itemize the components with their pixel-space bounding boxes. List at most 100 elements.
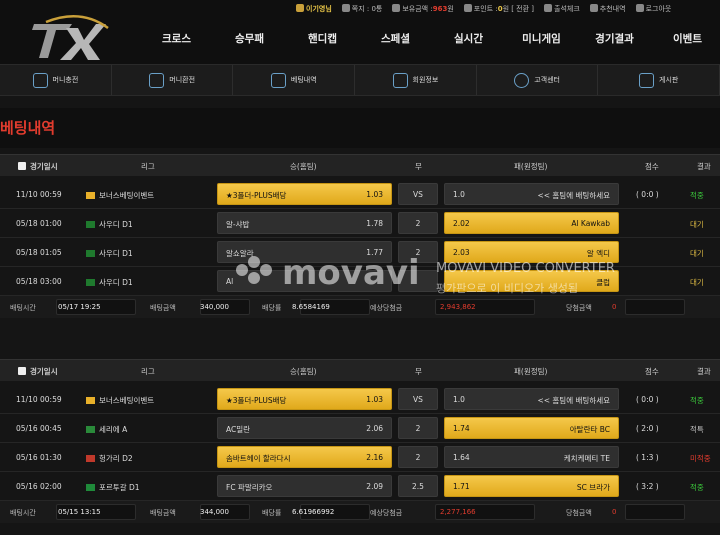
col-home: 승(홈팀): [290, 162, 317, 171]
bet-amount: 344,000: [200, 508, 229, 516]
away-odds-button[interactable]: 2.03 알 엑디: [444, 241, 619, 263]
user-icon: [296, 4, 304, 12]
match-date: 11/10 00:59: [16, 190, 62, 199]
site-logo[interactable]: [26, 14, 110, 62]
league-cell: 보너스베팅이벤트: [86, 190, 154, 201]
odds-value: 6.61966992: [292, 508, 335, 516]
home-odds-button[interactable]: ★3폴더-PLUS배당 1.03: [217, 183, 392, 205]
list-icon: [270, 72, 286, 88]
draw-button[interactable]: 2: [398, 417, 438, 439]
draw-button[interactable]: [398, 270, 438, 292]
home-odds: 2.16: [366, 453, 383, 462]
col-league: 리그: [141, 367, 155, 376]
col-result: 결과: [697, 367, 711, 376]
subnav-support[interactable]: 고객센터: [477, 65, 599, 95]
draw-button[interactable]: 2.5: [398, 475, 438, 497]
nav-special[interactable]: 스페셜: [359, 31, 432, 46]
subnav-label: 고객센터: [534, 76, 560, 84]
home-team: FC 파말리카오: [226, 483, 273, 492]
point-icon: [463, 4, 472, 12]
result-badge: 적중: [690, 191, 704, 200]
subnav-label: 베팅내역: [290, 76, 317, 84]
nav-win-draw-lose[interactable]: 승무패: [213, 31, 286, 46]
nav-live[interactable]: 실시간: [432, 31, 505, 46]
flag-icon: [86, 455, 95, 462]
wallet-icon: [149, 72, 165, 88]
col-draw: 무: [415, 162, 422, 171]
draw-value: VS: [413, 190, 423, 199]
draw-value: 2: [415, 424, 421, 433]
page-title: 베팅내역: [0, 119, 56, 137]
score: ( 2:0 ): [636, 424, 659, 433]
subnav-bet-history[interactable]: 베팅내역: [233, 65, 356, 95]
checkbox[interactable]: [18, 162, 26, 170]
user-info[interactable]: 이기영님: [296, 4, 332, 14]
table-row: 11/10 00:59 보너스베팅이벤트 ★3폴더-PLUS배당 1.03 VS 1.0 <…: [0, 385, 720, 414]
point-info[interactable]: 포인트 :0원 [ 전환 ]: [463, 4, 534, 14]
attendance-link[interactable]: 출석체크: [544, 4, 580, 14]
nav-handicap[interactable]: 핸디캡: [286, 31, 359, 46]
home-odds-button[interactable]: AC밀란 2.06: [217, 417, 392, 439]
money-info: 보유금액 :963원: [392, 4, 454, 14]
away-odds-button[interactable]: 1.64 케치케메티 TE: [444, 446, 619, 468]
home-team: 알-샤밥: [226, 220, 250, 229]
result-badge: 대기: [690, 249, 704, 258]
attendance-text: 출석체크: [554, 5, 580, 13]
league-cell: 세리에 A: [86, 424, 127, 435]
home-odds-button[interactable]: 알쇼알라 1.77: [217, 241, 392, 263]
subnav-board[interactable]: 게시판: [598, 65, 720, 95]
home-odds-button[interactable]: 솜바트헤이 할라다시 2.16: [217, 446, 392, 468]
col-date[interactable]: 경기일시: [18, 161, 58, 172]
notes-link[interactable]: 쪽지 : 0통: [341, 4, 382, 14]
draw-button[interactable]: 2: [398, 212, 438, 234]
col-date-label: 경기일시: [30, 367, 58, 376]
flag-icon: [86, 192, 95, 199]
nav-results[interactable]: 경기결과: [578, 31, 651, 46]
nav-minigame[interactable]: 미니게임: [505, 31, 578, 46]
nav-event[interactable]: 이벤트: [651, 31, 720, 46]
flag-icon: [86, 250, 95, 257]
away-odds-button[interactable]: 1.0 << 홈팀에 배팅하세요: [444, 388, 619, 410]
away-odds-button[interactable]: 1.74 아탈란타 BC: [444, 417, 619, 439]
home-odds-button[interactable]: Al: [217, 270, 392, 292]
bet-time: 05/17 19:25: [58, 303, 101, 311]
logout-link[interactable]: 로그아웃: [635, 4, 671, 14]
recommend-link[interactable]: 추천내역: [589, 4, 626, 14]
home-odds-button[interactable]: ★3폴더-PLUS배당 1.03: [217, 388, 392, 410]
draw-value: 2.5: [412, 482, 424, 491]
away-odds: 1.71: [453, 482, 470, 491]
subnav-member-info[interactable]: 회원정보: [355, 65, 477, 95]
draw-button[interactable]: VS: [398, 388, 438, 410]
bet-amount-label: 배팅금액: [150, 509, 176, 517]
home-odds: 1.03: [366, 190, 383, 199]
odds-label: 배당률: [262, 304, 282, 312]
col-date[interactable]: 경기일시: [18, 366, 58, 377]
bet-time: 05/15 13:15: [58, 508, 101, 516]
odds-label: 배당률: [262, 509, 282, 517]
table-row: 05/18 01:00 사우디 D1 알-샤밥 1.78 2 2.02 Al Kawkab 대…: [0, 209, 720, 238]
away-odds-button[interactable]: 클럽: [444, 270, 619, 292]
league-name: 사우디 D1: [99, 220, 133, 229]
away-odds-button[interactable]: 2.02 Al Kawkab: [444, 212, 619, 234]
table-row: 05/18 01:05 사우디 D1 알쇼알라 1.77 2 2.03 알 엑디 대기: [0, 238, 720, 267]
coin-icon: [392, 4, 401, 12]
league-name: 세리에 A: [99, 425, 128, 434]
home-odds-button[interactable]: FC 파말리카오 2.09: [217, 475, 392, 497]
home-odds-button[interactable]: 알-샤밥 1.78: [217, 212, 392, 234]
away-odds-button[interactable]: 1.0 << 홈팀에 배팅하세요: [444, 183, 619, 205]
away-team: 알 엑디: [586, 249, 610, 258]
draw-button[interactable]: 2: [398, 446, 438, 468]
league-name: 사우디 D1: [99, 278, 133, 287]
subnav-deposit[interactable]: 머니충전: [0, 65, 112, 95]
subnav-label: 머니환전: [169, 76, 196, 84]
draw-button[interactable]: VS: [398, 183, 438, 205]
away-odds-button[interactable]: 1.71 SC 브라가: [444, 475, 619, 497]
draw-button[interactable]: 2: [398, 241, 438, 263]
nav-cross[interactable]: 크로스: [140, 31, 213, 46]
user-name: 이기영님: [306, 5, 332, 13]
table-row: 05/16 02:00 포르투갈 D1 FC 파말리카오 2.09 2.5 1.71 SC …: [0, 472, 720, 501]
subnav-withdraw[interactable]: 머니환전: [112, 65, 234, 95]
table-header: 경기일시 리그 승(홈팀) 무 패(원정팀) 점수 결과: [0, 154, 720, 176]
checkbox[interactable]: [18, 367, 26, 375]
title-bar: [0, 108, 720, 148]
